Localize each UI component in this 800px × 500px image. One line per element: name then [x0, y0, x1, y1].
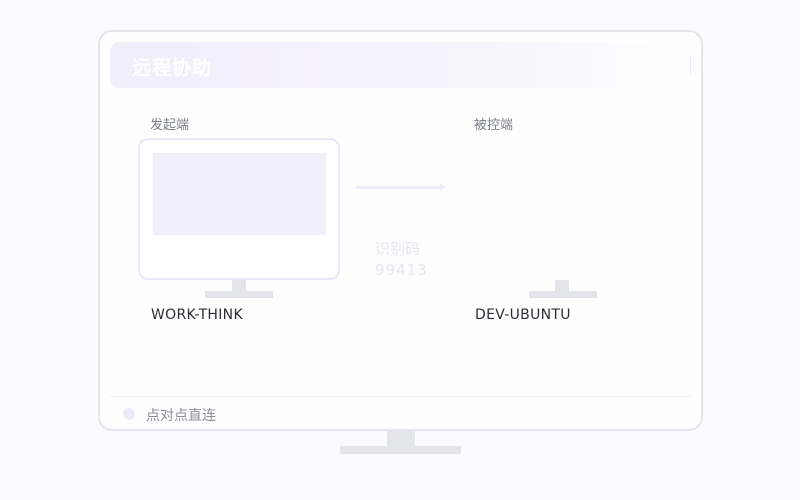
code-value: 99413 — [375, 261, 428, 279]
title-divider — [690, 56, 691, 74]
footer-divider — [110, 396, 691, 397]
arrow-head-icon — [440, 183, 446, 191]
initiator-screen-content — [153, 153, 326, 235]
initiator-label: 发起端 — [150, 118, 190, 133]
initiator-monitor-icon — [138, 138, 340, 280]
remote-assist-window: 远程协助 发起端 WORK-THINK 识别码 99413 被控端 DEV-UB… — [98, 30, 703, 431]
connection-arrow — [356, 186, 442, 189]
initiator-host-name: WORK-THINK — [151, 307, 243, 323]
controlled-stand-base — [529, 291, 597, 298]
initiator-stand-base — [205, 291, 273, 298]
monitor-stand-neck — [387, 431, 415, 447]
title-bar: 远程协助 — [110, 42, 691, 88]
window-title: 远程协助 — [132, 57, 213, 79]
controlled-label: 被控端 — [474, 118, 514, 133]
controlled-host-name: DEV-UBUNTU — [475, 307, 571, 323]
monitor-stand-base — [340, 446, 461, 454]
connection-mode-status: 点对点直连 — [146, 408, 216, 424]
status-dot-icon — [123, 408, 135, 420]
code-label: 识别码 — [375, 240, 421, 258]
